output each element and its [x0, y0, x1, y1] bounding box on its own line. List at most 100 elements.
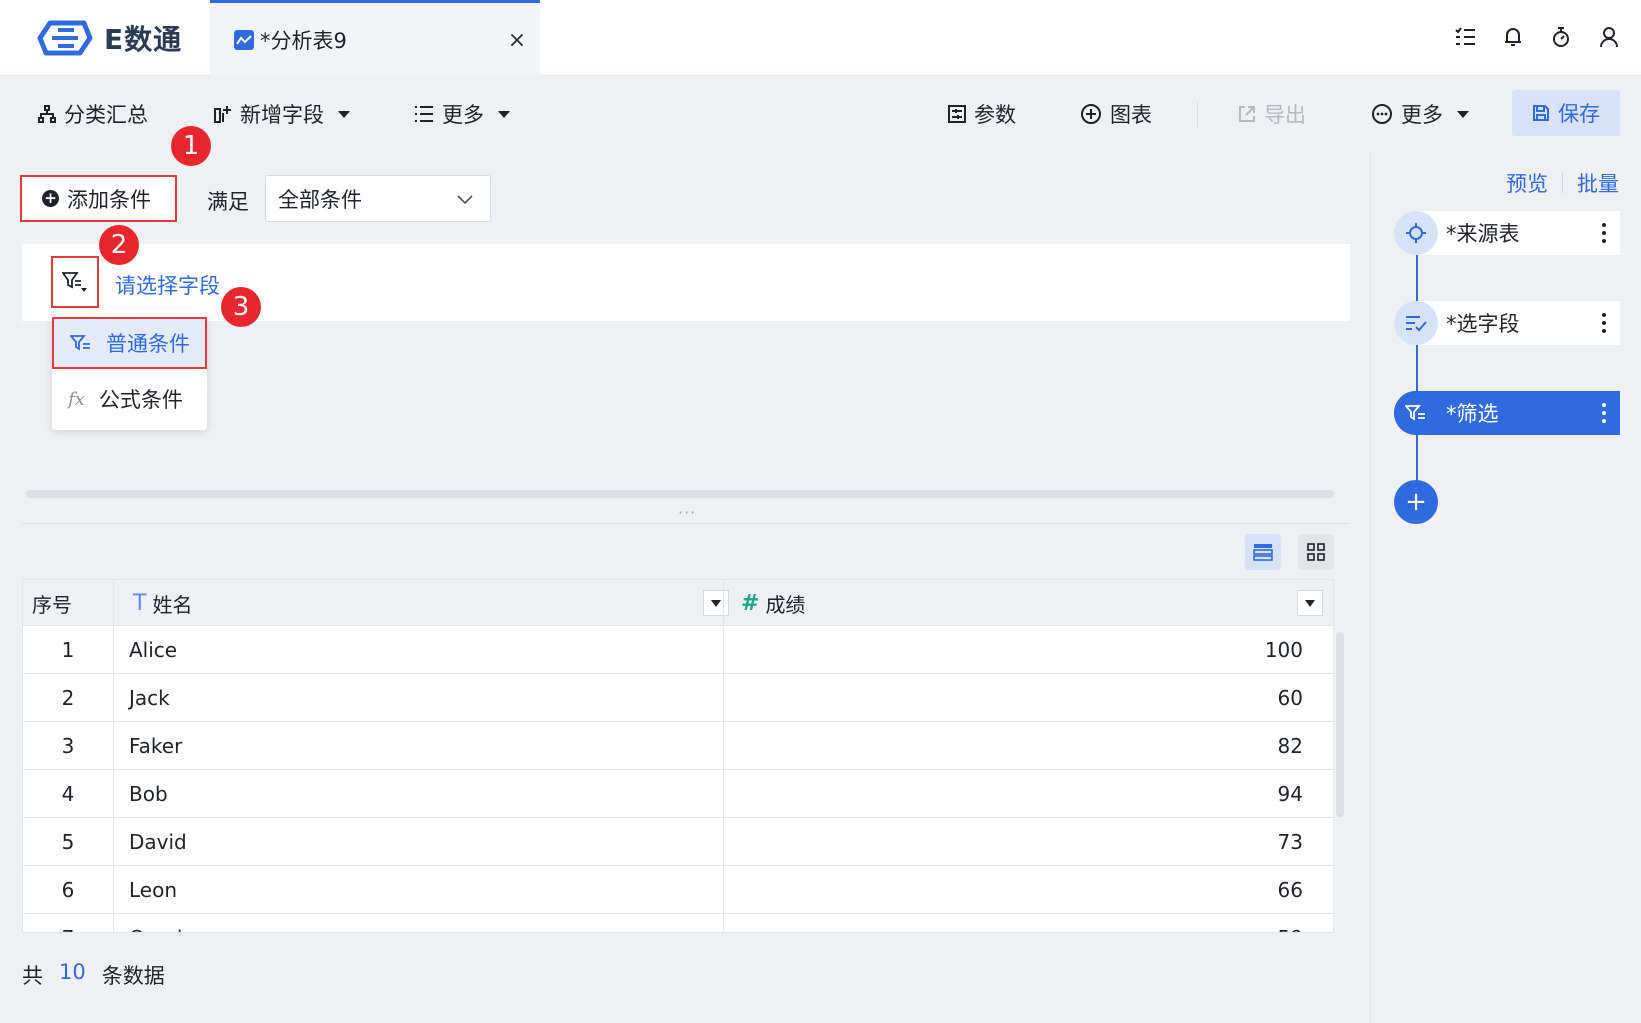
side-actions: 预览 批量 [1506, 168, 1619, 198]
step-filter[interactable]: *筛选 [1394, 391, 1620, 435]
group-summary-button[interactable]: 分类汇总 [38, 94, 148, 134]
resize-handle[interactable]: ··· [678, 503, 696, 522]
table-row[interactable]: 3 Faker 82 [23, 722, 1333, 770]
table-row[interactable]: 4 Bob 94 [23, 770, 1333, 818]
horizontal-scrollbar[interactable] [26, 490, 1334, 498]
step-label: *筛选 [1446, 402, 1499, 426]
more-left-label: 更多 [442, 103, 484, 127]
cell-score: 82 [1277, 734, 1303, 758]
table-view-button[interactable] [1245, 534, 1281, 570]
toolbar: 分类汇总 新增字段 更多 参数 图表 导出 更多 [0, 76, 1641, 151]
cell-index: 2 [61, 686, 75, 710]
add-step-button[interactable]: + [1394, 480, 1438, 524]
vertical-scrollbar[interactable] [1336, 632, 1344, 817]
close-icon[interactable]: × [504, 25, 530, 55]
timer-icon[interactable] [1549, 22, 1573, 52]
satisfy-label: 满足 [207, 190, 249, 214]
step-select-fields[interactable]: *选字段 [1394, 301, 1620, 345]
more-right-label: 更多 [1401, 103, 1443, 127]
condition-mode-select[interactable]: 全部条件 [265, 175, 491, 222]
condition-type-button[interactable] [51, 256, 99, 308]
plus-circle-icon [1081, 104, 1101, 124]
table-row[interactable]: 2 Jack 60 [23, 674, 1333, 722]
field-select-placeholder[interactable]: 请选择字段 [115, 270, 220, 300]
more-vertical-icon[interactable] [1596, 309, 1612, 337]
plus-icon: + [42, 190, 59, 207]
menu-item-formula-condition[interactable]: fx 公式条件 [52, 373, 207, 425]
more-right-button[interactable]: 更多 [1371, 94, 1469, 134]
logo-icon [37, 20, 93, 56]
cell-score: 60 [1277, 686, 1303, 710]
ellipsis-circle-icon [1372, 104, 1392, 124]
formula-icon: fx [68, 388, 85, 410]
cell-score: 94 [1277, 782, 1303, 806]
app-logo[interactable]: E数通 [34, 18, 182, 58]
chart-icon [234, 29, 254, 50]
cell-name: Alice [129, 638, 178, 662]
step-connector [1416, 254, 1418, 484]
step-badge: 3 [221, 287, 261, 327]
export-label: 导出 [1264, 103, 1306, 127]
step-source-table[interactable]: *来源表 [1394, 211, 1620, 255]
caret-down-icon [338, 110, 350, 118]
task-list-icon[interactable] [1453, 22, 1477, 52]
app-name: E数通 [104, 23, 183, 56]
filter-icon [1394, 391, 1438, 435]
table-view-icon [1253, 544, 1273, 561]
more-vertical-icon[interactable] [1596, 219, 1612, 247]
select-fields-icon [1394, 301, 1438, 345]
top-icons [1453, 22, 1621, 52]
add-condition-button[interactable]: + 添加条件 [20, 175, 177, 222]
add-field-button[interactable]: 新增字段 [214, 94, 350, 134]
cell-name: David [129, 830, 187, 854]
params-button[interactable]: 参数 [948, 94, 1016, 134]
condition-type-menu: 普通条件 fx 公式条件 [52, 315, 207, 430]
preview-link[interactable]: 预览 [1506, 168, 1548, 198]
step-label: *选字段 [1446, 312, 1520, 336]
user-icon[interactable] [1597, 22, 1621, 52]
filter-icon [70, 335, 90, 351]
bell-icon[interactable] [1501, 22, 1525, 52]
toolbar-divider [1197, 102, 1198, 128]
column-header-name[interactable]: T 姓名 [133, 580, 192, 626]
more-left-button[interactable]: 更多 [414, 94, 510, 134]
column-menu-button[interactable] [1297, 590, 1323, 616]
table-row[interactable]: 7 Omni 59 [23, 914, 1333, 932]
export-button[interactable]: 导出 [1238, 94, 1306, 134]
cell-score: 100 [1264, 638, 1303, 662]
save-button[interactable]: 保存 [1512, 90, 1620, 136]
table-row[interactable]: 6 Leon 66 [23, 866, 1333, 914]
table-row[interactable]: 1 Alice 100 [23, 626, 1333, 674]
column-header-score[interactable]: # 成绩 [741, 580, 805, 626]
params-icon [948, 105, 966, 123]
hierarchy-icon [38, 105, 56, 123]
target-icon [1394, 211, 1438, 255]
grid-view-button[interactable] [1298, 534, 1334, 570]
cell-index: 1 [61, 638, 75, 662]
top-bar: E数通 *分析表9 × [0, 0, 1641, 76]
column-label: 序号 [32, 592, 72, 617]
table-row[interactable]: 5 David 73 [23, 818, 1333, 866]
tab-analysis[interactable]: *分析表9 × [210, 0, 540, 76]
chart-button[interactable]: 图表 [1080, 94, 1152, 134]
menu-item-normal-condition[interactable]: 普通条件 [52, 317, 207, 369]
add-field-label: 新增字段 [240, 103, 324, 127]
record-count: 共 10 条数据 [22, 960, 165, 990]
cell-score: 66 [1277, 878, 1303, 902]
record-count-prefix: 共 [22, 964, 43, 988]
grid-view-icon [1307, 543, 1325, 561]
menu-item-label: 公式条件 [98, 388, 183, 412]
tab-label: *分析表9 [260, 28, 347, 53]
add-column-icon [214, 106, 231, 123]
cell-score: 59 [1278, 914, 1303, 932]
more-vertical-icon[interactable] [1596, 399, 1612, 427]
save-label: 保存 [1558, 102, 1600, 126]
menu-item-label: 普通条件 [106, 332, 190, 356]
caret-down-icon [711, 599, 721, 607]
column-label: 姓名 [152, 592, 193, 617]
caret-down-icon [1457, 110, 1469, 118]
step-badge: 1 [171, 126, 211, 166]
batch-link[interactable]: 批量 [1577, 168, 1619, 198]
column-menu-button[interactable] [703, 590, 729, 616]
divider [22, 523, 1350, 524]
